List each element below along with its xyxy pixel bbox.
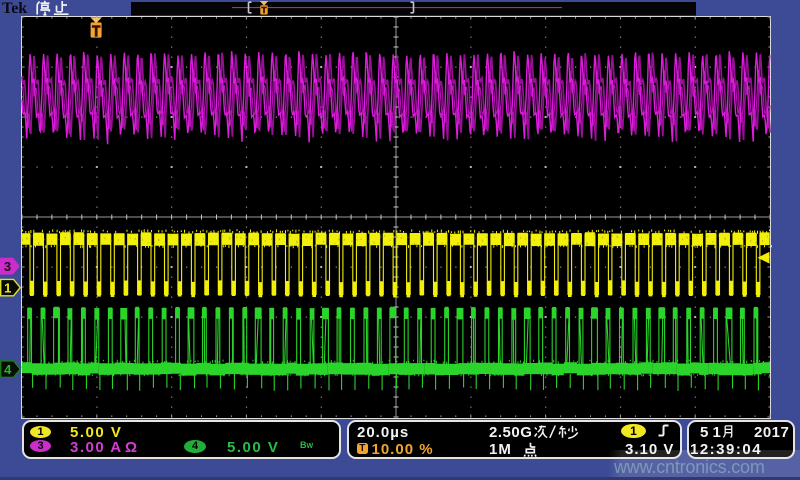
svg-text:3: 3 [4,259,11,274]
svg-text:1: 1 [4,280,11,295]
svg-text:4: 4 [4,362,12,377]
